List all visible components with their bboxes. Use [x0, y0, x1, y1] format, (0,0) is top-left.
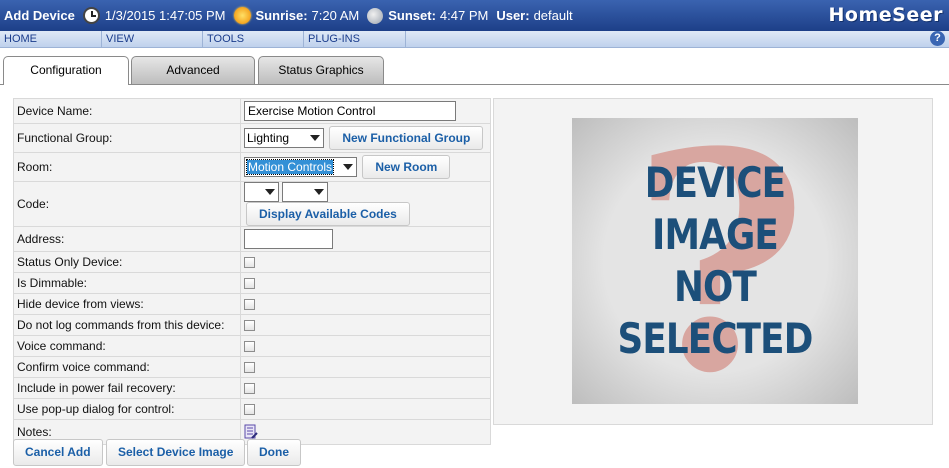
moon-icon	[367, 7, 384, 24]
sunset-time: 4:47 PM	[439, 8, 489, 23]
user-name: default	[533, 8, 573, 23]
user-display: User: default	[496, 8, 572, 23]
menu-bar: HOME VIEW TOOLS PLUG-INS ?	[0, 31, 949, 48]
do-not-log-label: Do not log commands from this device:	[13, 314, 241, 336]
done-button[interactable]: Done	[247, 439, 301, 466]
menu-tools[interactable]: TOOLS	[203, 31, 304, 48]
user-label: User:	[496, 8, 530, 23]
device-image-text-line: IMAGE	[652, 210, 779, 259]
chevron-down-icon	[343, 164, 353, 170]
help-icon[interactable]: ?	[930, 31, 945, 46]
page-title: Add Device	[4, 8, 75, 23]
hide-device-label: Hide device from views:	[13, 293, 241, 315]
device-image-panel: ? DEVICE IMAGE NOT SELECTED	[493, 98, 933, 425]
sunset-label: Sunset:	[388, 8, 436, 23]
menu-home[interactable]: HOME	[0, 31, 102, 48]
sunrise-label: Sunrise:	[255, 8, 308, 23]
voice-command-label: Voice command:	[13, 335, 241, 357]
functional-group-select[interactable]: Lighting	[244, 128, 324, 148]
functional-group-label: Functional Group:	[13, 123, 241, 153]
menu-plug-ins[interactable]: PLUG-INS	[304, 31, 406, 48]
new-room-button[interactable]: New Room	[362, 155, 451, 179]
clock-icon	[82, 7, 100, 24]
tab-configuration[interactable]: Configuration	[3, 56, 129, 85]
room-select[interactable]: Motion Controls	[244, 157, 357, 177]
code-unit-select[interactable]	[282, 182, 329, 202]
address-input[interactable]	[244, 229, 333, 249]
new-functional-group-button[interactable]: New Functional Group	[329, 126, 484, 150]
sunrise-display: Sunrise: 7:20 AM	[233, 7, 360, 24]
functional-group-value: Lighting	[247, 131, 290, 145]
device-name-label: Device Name:	[13, 98, 241, 124]
room-value: Motion Controls	[245, 159, 335, 175]
code-label: Code:	[13, 181, 241, 227]
power-fail-recovery-checkbox[interactable]	[244, 383, 255, 395]
device-image-text-line: NOT	[673, 262, 757, 311]
do-not-log-checkbox[interactable]	[244, 320, 255, 332]
is-dimmable-checkbox[interactable]	[244, 278, 255, 290]
popup-dialog-checkbox[interactable]	[244, 404, 255, 416]
datetime-text: 1/3/2015 1:47:05 PM	[104, 8, 226, 23]
homeseer-logo: HomeSeer	[828, 4, 943, 26]
device-image-text-line: DEVICE	[644, 158, 786, 207]
tab-status-graphics[interactable]: Status Graphics	[258, 56, 384, 84]
device-image-placeholder: ? DEVICE IMAGE NOT SELECTED	[572, 118, 858, 404]
status-only-device-label: Status Only Device:	[13, 251, 241, 273]
title-bar: Add Device 1/3/2015 1:47:05 PM Sunrise: …	[0, 0, 949, 31]
display-available-codes-button[interactable]: Display Available Codes	[246, 202, 410, 226]
chevron-down-icon	[314, 189, 325, 195]
power-fail-recovery-label: Include in power fail recovery:	[13, 377, 241, 399]
sunrise-time: 7:20 AM	[311, 8, 360, 23]
sunset-display: Sunset: 4:47 PM	[367, 7, 489, 24]
device-image-text-line: SELECTED	[617, 314, 813, 363]
voice-command-checkbox[interactable]	[244, 341, 255, 353]
datetime-display: 1/3/2015 1:47:05 PM	[82, 7, 226, 24]
device-config-form: Device Name: Exercise Motion Control Fun…	[13, 98, 491, 445]
chevron-down-icon	[265, 189, 275, 195]
room-label: Room:	[13, 152, 241, 182]
select-device-image-button[interactable]: Select Device Image	[106, 439, 246, 466]
confirm-voice-command-checkbox[interactable]	[244, 362, 255, 374]
code-house-select[interactable]	[244, 182, 279, 202]
is-dimmable-label: Is Dimmable:	[13, 272, 241, 294]
address-label: Address:	[13, 226, 241, 252]
chevron-down-icon	[310, 135, 320, 141]
notes-icon[interactable]	[244, 424, 258, 440]
popup-dialog-label: Use pop-up dialog for control:	[13, 398, 241, 420]
status-only-device-checkbox[interactable]	[244, 257, 255, 269]
cancel-add-button[interactable]: Cancel Add	[13, 439, 103, 466]
confirm-voice-command-label: Confirm voice command:	[13, 356, 241, 378]
sun-icon	[233, 7, 251, 24]
device-name-input[interactable]: Exercise Motion Control	[244, 101, 456, 121]
tab-divider	[0, 84, 949, 85]
menu-view[interactable]: VIEW	[102, 31, 203, 48]
hide-device-checkbox[interactable]	[244, 299, 255, 311]
tab-advanced[interactable]: Advanced	[131, 56, 255, 84]
